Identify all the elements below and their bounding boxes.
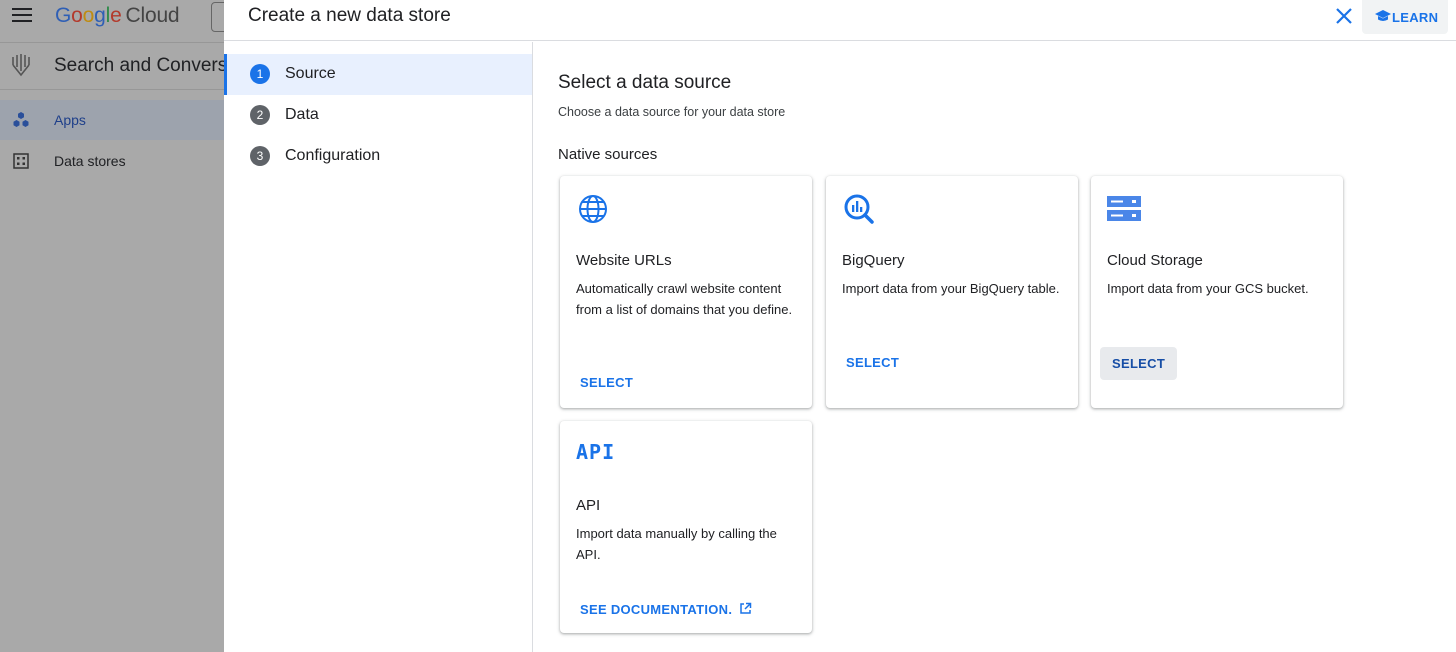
card-description: Import data from your GCS bucket. — [1107, 281, 1309, 296]
step-number: 3 — [250, 146, 270, 166]
create-data-store-dialog: Create a new data store LEARN 1 Source 2… — [224, 0, 1456, 652]
apps-hexagon-icon — [13, 112, 29, 127]
step-number: 1 — [250, 64, 270, 84]
project-picker[interactable] — [211, 2, 224, 32]
step-source[interactable]: 1 Source — [224, 54, 532, 95]
card-description: Import data manually by calling the API. — [576, 526, 777, 562]
sidebar-item-data-stores[interactable]: Data stores — [0, 141, 224, 181]
dialog-title: Create a new data store — [248, 5, 451, 26]
step-data[interactable]: 2 Data — [224, 95, 532, 136]
dialog-content: Select a data source Choose a data sourc… — [534, 42, 1456, 652]
step-label: Configuration — [285, 147, 381, 164]
search-conversation-icon — [12, 54, 30, 77]
data-stores-grid-icon — [13, 153, 29, 169]
card-description: Import data from your BigQuery table. — [842, 281, 1060, 296]
select-button[interactable]: SELECT — [1100, 347, 1178, 380]
card-website-urls: Website URLs Automatically crawl website… — [560, 176, 812, 408]
bigquery-icon — [844, 194, 874, 224]
card-title: Website URLs — [576, 252, 672, 269]
card-api: API API Import data manually by calling … — [560, 421, 812, 633]
sidebar-item-label: Data stores — [54, 153, 126, 169]
sidebar-item-label: Apps — [54, 112, 86, 128]
console-background: Google Cloud Search and Conversa Apps Da… — [0, 0, 224, 652]
learn-label: LEARN — [1392, 10, 1439, 25]
dialog-header: Create a new data store LEARN — [224, 0, 1456, 41]
card-description: Automatically crawl website content from… — [576, 281, 793, 317]
step-label: Source — [285, 65, 336, 82]
card-cloud-storage: Cloud Storage Import data from your GCS … — [1091, 176, 1343, 408]
close-icon[interactable] — [1332, 4, 1356, 28]
api-icon: API — [576, 440, 616, 464]
learn-button[interactable]: LEARN — [1362, 0, 1448, 34]
section-subtitle: Choose a data source for your data store — [558, 105, 786, 119]
card-bigquery: BigQuery Import data from your BigQuery … — [826, 176, 1078, 408]
section-title: Select a data source — [558, 72, 732, 93]
card-title: Cloud Storage — [1107, 252, 1203, 269]
product-header: Search and Conversa — [0, 42, 224, 90]
globe-icon — [579, 195, 607, 223]
native-sources-title: Native sources — [558, 146, 658, 163]
card-title: BigQuery — [842, 252, 905, 269]
step-configuration[interactable]: 3 Configuration — [224, 136, 532, 177]
step-number: 2 — [250, 105, 270, 125]
console-topbar: Google Cloud — [0, 0, 224, 34]
stepper: 1 Source 2 Data 3 Configuration — [224, 42, 533, 652]
google-cloud-logo[interactable]: Google Cloud — [55, 4, 180, 28]
see-documentation-label: SEE DOCUMENTATION. — [580, 602, 733, 617]
school-cap-icon — [1375, 10, 1391, 21]
sidebar-item-apps[interactable]: Apps — [0, 100, 224, 140]
cloud-storage-icon — [1107, 196, 1141, 221]
select-button[interactable]: SELECT — [846, 355, 899, 370]
card-title: API — [576, 497, 601, 514]
product-title: Search and Conversa — [54, 55, 224, 76]
select-button[interactable]: SELECT — [580, 375, 633, 390]
see-documentation-link[interactable]: SEE DOCUMENTATION. — [580, 601, 752, 619]
open-in-new-icon — [739, 602, 751, 614]
menu-icon[interactable] — [12, 8, 32, 24]
step-label: Data — [285, 106, 319, 123]
